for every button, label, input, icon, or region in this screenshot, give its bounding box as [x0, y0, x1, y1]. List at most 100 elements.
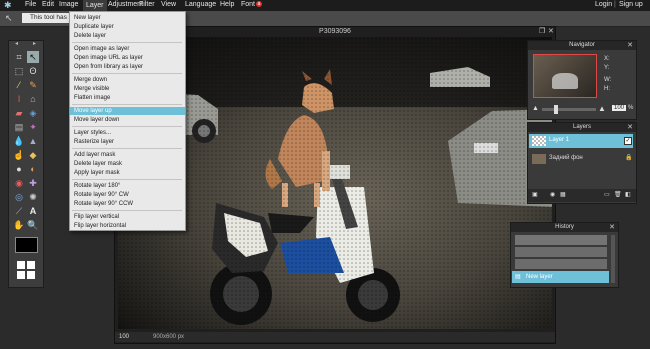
toolbox-collapse-icon[interactable]: ◂: [15, 40, 18, 47]
bucket-tool-icon[interactable]: ◈: [27, 107, 39, 119]
sharpen-tool-icon[interactable]: ▲: [27, 135, 39, 147]
navigator-close-icon[interactable]: ✕: [627, 41, 633, 49]
navigator-thumb-scooter: [552, 73, 578, 89]
layer-row[interactable]: Задний фон 🔒: [529, 152, 633, 166]
menu-language[interactable]: Language: [185, 1, 216, 8]
menu-merge-visible[interactable]: Merge visible: [74, 85, 181, 93]
menu-move-layer-up[interactable]: Move layer up: [70, 107, 185, 115]
menu-duplicate-layer[interactable]: Duplicate layer: [74, 23, 181, 31]
menu-rotate-180[interactable]: Rotate layer 180°: [74, 182, 181, 190]
toolbox-expand-icon[interactable]: ▸: [33, 40, 36, 47]
menu-view[interactable]: View: [161, 1, 176, 8]
foreground-color-swatch[interactable]: [15, 237, 38, 253]
canvas-restore-icon[interactable]: ❐: [539, 27, 545, 35]
nav-x-label: X:: [604, 56, 610, 62]
login-link[interactable]: Login: [595, 1, 612, 8]
red-eye-tool-icon[interactable]: ◉: [13, 177, 25, 189]
menu-flatten-image[interactable]: Flatten image: [74, 94, 181, 102]
history-row-active[interactable]: ▤ New layer: [512, 271, 609, 283]
layer-lock-icon: 🔒: [625, 155, 633, 161]
canvas-close-icon[interactable]: ✕: [548, 27, 554, 35]
menu-help[interactable]: Help: [220, 1, 234, 8]
layer-visibility-checkbox[interactable]: ✓: [624, 137, 632, 145]
history-row-blurred[interactable]: [515, 235, 607, 245]
menu-new-layer[interactable]: New layer: [74, 14, 181, 22]
type-tool-icon[interactable]: A: [27, 205, 39, 217]
menu-font[interactable]: Font a: [241, 1, 263, 8]
menu-open-image-url-as-layer[interactable]: Open image URL as layer: [74, 54, 181, 62]
layer-dropdown-menu: New layer Duplicate layer Delete layer O…: [69, 11, 186, 231]
brush-tool-icon[interactable]: ǀ: [13, 93, 25, 105]
new-folder-icon[interactable]: ▭: [604, 191, 610, 198]
eraser-tool-icon[interactable]: ▰: [13, 107, 25, 119]
gradient-tool-icon[interactable]: ▤: [13, 121, 25, 133]
history-row-blurred[interactable]: [515, 259, 607, 269]
menu-layer-styles[interactable]: Layer styles...: [74, 129, 181, 137]
menu-flip-vertical[interactable]: Flip layer vertical: [74, 213, 181, 221]
zoom-tool-icon[interactable]: 🔍: [27, 219, 39, 231]
nav-zoom-value[interactable]: 100: [612, 105, 627, 111]
blur-tool-icon[interactable]: 💧: [13, 135, 25, 147]
zoom-in-icon[interactable]: ▲: [598, 104, 606, 113]
pinch-tool-icon[interactable]: ✺: [27, 191, 39, 203]
layers-close-icon[interactable]: ✕: [627, 123, 633, 131]
reset-colors-icon[interactable]: [17, 271, 25, 279]
delete-layer-icon[interactable]: 🗑: [614, 191, 622, 198]
lasso-tool-icon[interactable]: ʘ: [27, 65, 39, 77]
swap-colors-icon[interactable]: [27, 261, 35, 269]
history-row-blurred[interactable]: [515, 247, 607, 257]
navigator-thumbnail[interactable]: [533, 54, 597, 98]
menu-image[interactable]: Image: [59, 1, 78, 8]
pencil-tool-icon[interactable]: ✎: [27, 79, 39, 91]
move-tool-icon[interactable]: ↖: [27, 51, 39, 63]
zoom-out-icon[interactable]: ▲: [532, 105, 539, 112]
menu-delete-layer-mask[interactable]: Delete layer mask: [74, 160, 181, 168]
menu-apply-layer-mask[interactable]: Apply layer mask: [74, 169, 181, 177]
menu-rotate-90-cw[interactable]: Rotate layer 90° CW: [74, 191, 181, 199]
spot-heal-tool-icon[interactable]: ✚: [27, 177, 39, 189]
menu-open-image-as-layer[interactable]: Open image as layer: [74, 45, 181, 53]
menu-separator: [72, 126, 182, 127]
wand-tool-icon[interactable]: ⁄: [13, 79, 25, 91]
layer-row[interactable]: Layer 1 ✓: [529, 134, 633, 148]
menu-move-layer-down[interactable]: Move layer down: [74, 116, 181, 124]
hand-tool-icon[interactable]: ✋: [13, 219, 25, 231]
menu-rotate-90-ccw[interactable]: Rotate layer 90° CCW: [74, 200, 181, 208]
history-item-label: New layer: [526, 274, 553, 280]
layer-mask-icon[interactable]: ◉: [550, 191, 555, 198]
layer-styles-icon[interactable]: ▣: [532, 191, 538, 198]
burn-tool-icon[interactable]: ◐: [27, 163, 39, 175]
layer-name: Задний фон: [549, 155, 583, 161]
signup-link[interactable]: Sign up: [619, 1, 643, 8]
color-replace-tool-icon[interactable]: ✦: [27, 121, 39, 133]
marquee-tool-icon[interactable]: ⬚: [13, 65, 25, 77]
menu-file[interactable]: File: [25, 1, 36, 8]
history-close-icon[interactable]: ✕: [609, 223, 615, 231]
zoom-slider[interactable]: [542, 105, 596, 114]
smudge-tool-icon[interactable]: ☝: [13, 149, 25, 161]
crop-tool-icon[interactable]: ⌗: [13, 51, 25, 63]
menu-open-library-as-layer[interactable]: Open from library as layer: [74, 63, 181, 71]
menu-layer[interactable]: Layer: [83, 0, 107, 11]
bloat-tool-icon[interactable]: ◎: [13, 191, 25, 203]
app-logo-icon[interactable]: ✱: [4, 0, 12, 11]
sponge-tool-icon[interactable]: ◆: [27, 149, 39, 161]
background-color-swatch[interactable]: [17, 261, 25, 269]
menu-edit[interactable]: Edit: [42, 1, 54, 8]
layer-adjust-icon[interactable]: ▦: [560, 191, 566, 198]
zoom-slider-handle[interactable]: [554, 105, 558, 114]
color-picker-tool-icon[interactable]: ⟋: [13, 205, 25, 217]
menu-adjustment[interactable]: Adjustment: [108, 1, 143, 8]
menu-delete-layer[interactable]: Delete layer: [74, 32, 181, 40]
menu-merge-down[interactable]: Merge down: [74, 76, 181, 84]
clone-tool-icon[interactable]: ⌂: [27, 93, 39, 105]
menu-rasterize-layer[interactable]: Rasterize layer: [74, 138, 181, 146]
menu-filter[interactable]: Filter: [139, 1, 155, 8]
history-scrollbar[interactable]: [611, 235, 615, 283]
quick-mask-icon[interactable]: [27, 271, 35, 279]
zoom-value[interactable]: 100: [119, 332, 129, 342]
dodge-tool-icon[interactable]: ●: [13, 163, 25, 175]
new-layer-icon[interactable]: ◧: [625, 191, 631, 198]
menu-add-layer-mask[interactable]: Add layer mask: [74, 151, 181, 159]
menu-flip-horizontal[interactable]: Flip layer horizontal: [74, 222, 181, 230]
